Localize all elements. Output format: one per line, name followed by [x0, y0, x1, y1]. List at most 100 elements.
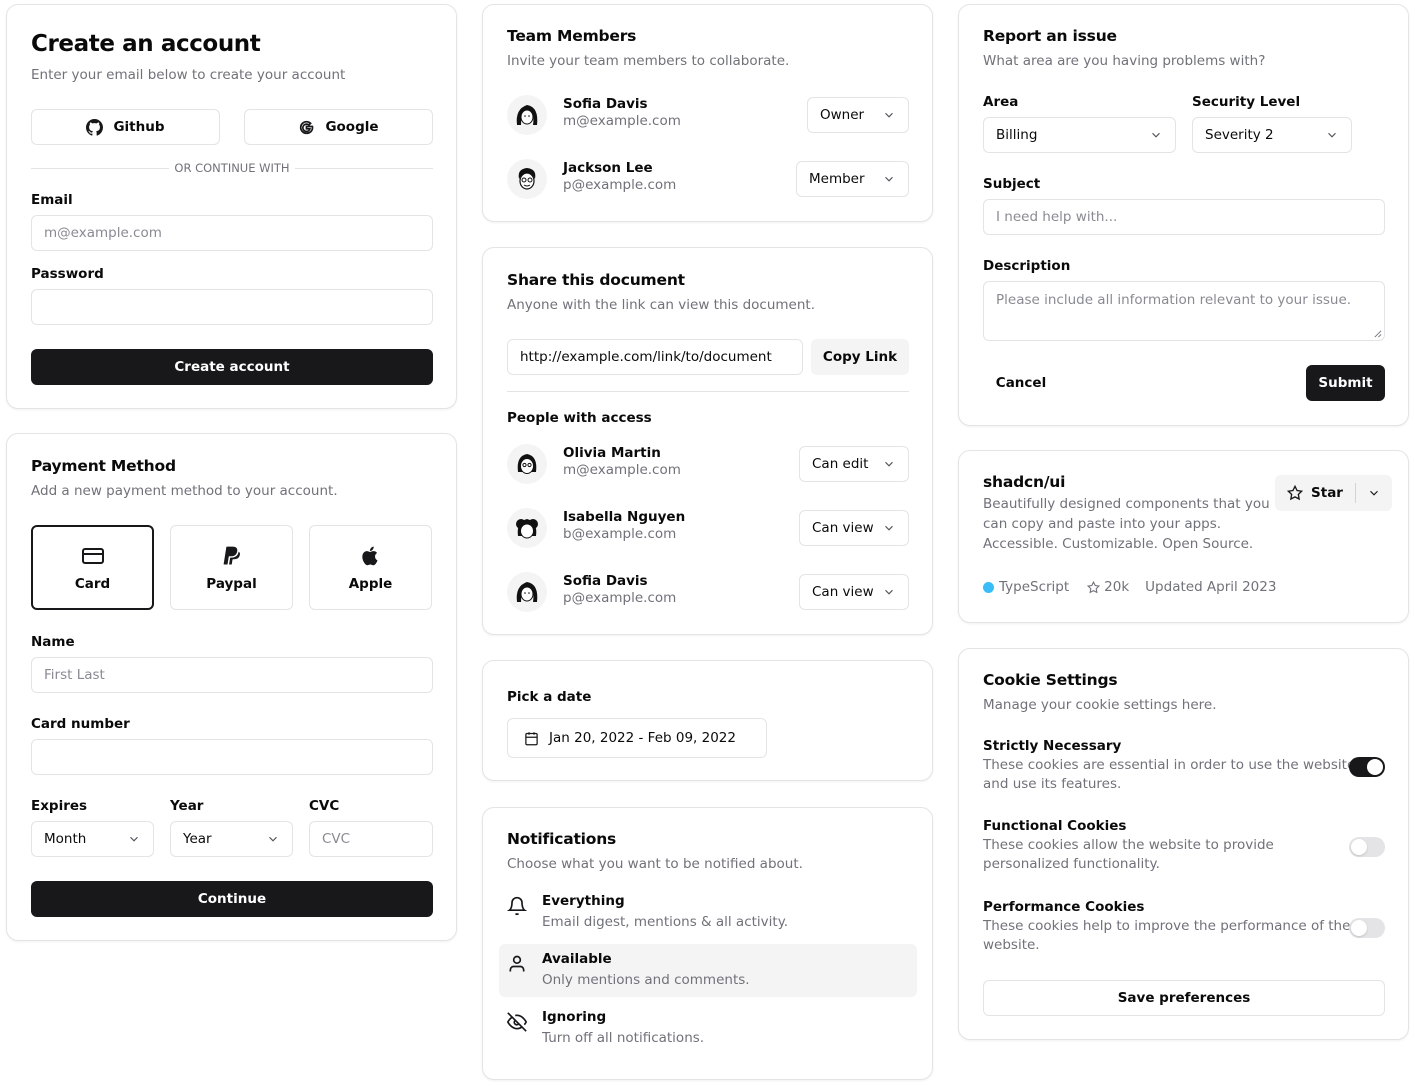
payment-option-paypal[interactable]: Paypal [170, 525, 293, 610]
area-value: Billing [996, 127, 1038, 143]
subject-label: Subject [983, 176, 1041, 192]
strictly-necessary-toggle[interactable] [1349, 757, 1385, 777]
member-name: Jackson Lee [563, 160, 653, 176]
person-email: m@example.com [563, 462, 681, 478]
notification-option-title: Available [542, 951, 612, 967]
notifications-subtitle: Choose what you want to be notified abou… [507, 856, 803, 872]
toggle-knob [1351, 920, 1367, 936]
notification-option-desc: Only mentions and comments. [542, 972, 750, 988]
description-label: Description [983, 258, 1071, 274]
access-value: Can edit [812, 456, 869, 472]
notification-option-ignoring[interactable]: Ignoring Turn off all notifications. [499, 1002, 917, 1054]
divider-line-left [31, 168, 169, 169]
functional-cookies-toggle[interactable] [1349, 837, 1385, 857]
payment-method-card: Payment Method Add a new payment method … [6, 433, 457, 941]
star-dropdown-button[interactable] [1356, 475, 1392, 511]
area-label: Area [983, 94, 1019, 110]
cancel-button[interactable]: Cancel [983, 365, 1059, 401]
notification-option-desc: Turn off all notifications. [542, 1030, 705, 1046]
year-value: Year [183, 831, 212, 847]
payment-option-apple-label: Apple [348, 575, 393, 592]
month-select[interactable]: Month [31, 821, 154, 857]
create-account-button[interactable]: Create account [31, 349, 433, 385]
date-label: Pick a date [507, 689, 592, 705]
payment-option-apple[interactable]: Apple [309, 525, 432, 610]
notification-option-desc: Email digest, mentions & all activity. [542, 914, 789, 930]
bell-icon [507, 896, 527, 916]
chevron-down-icon [885, 525, 893, 531]
github-button[interactable]: Github [31, 109, 220, 145]
notification-option-title: Ignoring [542, 1009, 607, 1025]
cookie-item-title: Performance Cookies [983, 899, 1145, 915]
member-role-value: Owner [820, 107, 865, 123]
submit-button[interactable]: Submit [1306, 365, 1385, 401]
chevron-down-icon [1328, 132, 1336, 138]
paypal-icon [223, 546, 240, 565]
notification-option-available[interactable]: Available Only mentions and comments. [499, 944, 917, 997]
notifications-card: Notifications Choose what you want to be… [482, 807, 933, 1080]
google-label: Google [325, 119, 379, 135]
resize-handle-icon[interactable] [1373, 329, 1382, 338]
password-input[interactable] [31, 289, 433, 325]
team-title: Team Members [507, 27, 637, 45]
continue-button[interactable]: Continue [31, 881, 433, 917]
payment-option-card[interactable]: Card [31, 525, 154, 610]
star-button[interactable]: Star [1275, 475, 1355, 511]
cookie-item-title: Strictly Necessary [983, 738, 1122, 754]
access-select[interactable]: Can view [799, 510, 909, 546]
cvc-input[interactable]: CVC [309, 821, 433, 857]
chevron-down-icon [1152, 132, 1160, 138]
repo-name: shadcn/ui [983, 473, 1066, 491]
divider-line-right [295, 168, 433, 169]
people-with-access-label: People with access [507, 410, 652, 426]
performance-cookies-toggle[interactable] [1349, 918, 1385, 938]
create-account-subtitle: Enter your email below to create your ac… [31, 67, 346, 83]
person-name: Isabella Nguyen [563, 509, 686, 525]
repo-language: TypeScript [999, 579, 1070, 595]
security-level-select[interactable]: Severity 2 [1192, 117, 1352, 153]
member-email: m@example.com [563, 113, 681, 129]
avatar [507, 95, 547, 135]
report-issue-card: Report an issue What area are you having… [958, 4, 1409, 426]
share-title: Share this document [507, 271, 685, 289]
repo-description-line: Accessible. Customizable. Open Source. [983, 536, 1254, 552]
google-button[interactable]: Google [244, 109, 433, 145]
payment-title: Payment Method [31, 457, 176, 475]
team-members-card: Team Members Invite your team members to… [482, 4, 933, 222]
github-label: Github [113, 119, 165, 135]
subject-input[interactable]: I need help with... [983, 199, 1385, 235]
description-textarea[interactable]: Please include all information relevant … [983, 281, 1385, 341]
create-account-title: Create an account [31, 31, 261, 57]
cookie-item-desc: personalized functionality. [983, 856, 1160, 872]
repo-stars: 20k [1104, 579, 1130, 595]
cookie-item-desc: and use its features. [983, 776, 1122, 792]
card-number-input[interactable] [31, 739, 433, 775]
date-range-button[interactable]: Jan 20, 2022 - Feb 09, 2022 [507, 718, 767, 758]
access-select[interactable]: Can edit [799, 446, 909, 482]
save-preferences-button[interactable]: Save preferences [983, 980, 1385, 1016]
avatar [507, 159, 547, 199]
access-value: Can view [812, 520, 874, 536]
chevron-down-icon [269, 836, 277, 842]
name-input[interactable]: First Last [31, 657, 433, 693]
share-document-card: Share this document Anyone with the link… [482, 247, 933, 635]
repo-description-line: Beautifully designed components that you [983, 496, 1270, 512]
year-select[interactable]: Year [170, 821, 293, 857]
area-select[interactable]: Billing [983, 117, 1176, 153]
repo-description-line: can copy and paste into your apps. [983, 516, 1222, 532]
email-input[interactable]: m@example.com [31, 215, 433, 251]
member-role-select[interactable]: Member [796, 161, 909, 197]
toggle-knob [1367, 759, 1383, 775]
share-link-input[interactable]: http://example.com/link/to/document [507, 339, 803, 375]
copy-link-button[interactable]: Copy Link [811, 339, 909, 375]
notification-option-everything[interactable]: Everything Email digest, mentions & all … [499, 886, 917, 938]
access-select[interactable]: Can view [799, 574, 909, 610]
team-subtitle: Invite your team members to collaborate. [507, 53, 790, 69]
notification-option-title: Everything [542, 893, 625, 909]
chevron-down-icon [130, 836, 138, 842]
cookie-item-desc: website. [983, 937, 1040, 953]
calendar-icon [525, 731, 538, 745]
member-role-select[interactable]: Owner [807, 97, 909, 133]
person-email: p@example.com [563, 590, 677, 606]
description-placeholder: Please include all information relevant … [996, 292, 1352, 308]
